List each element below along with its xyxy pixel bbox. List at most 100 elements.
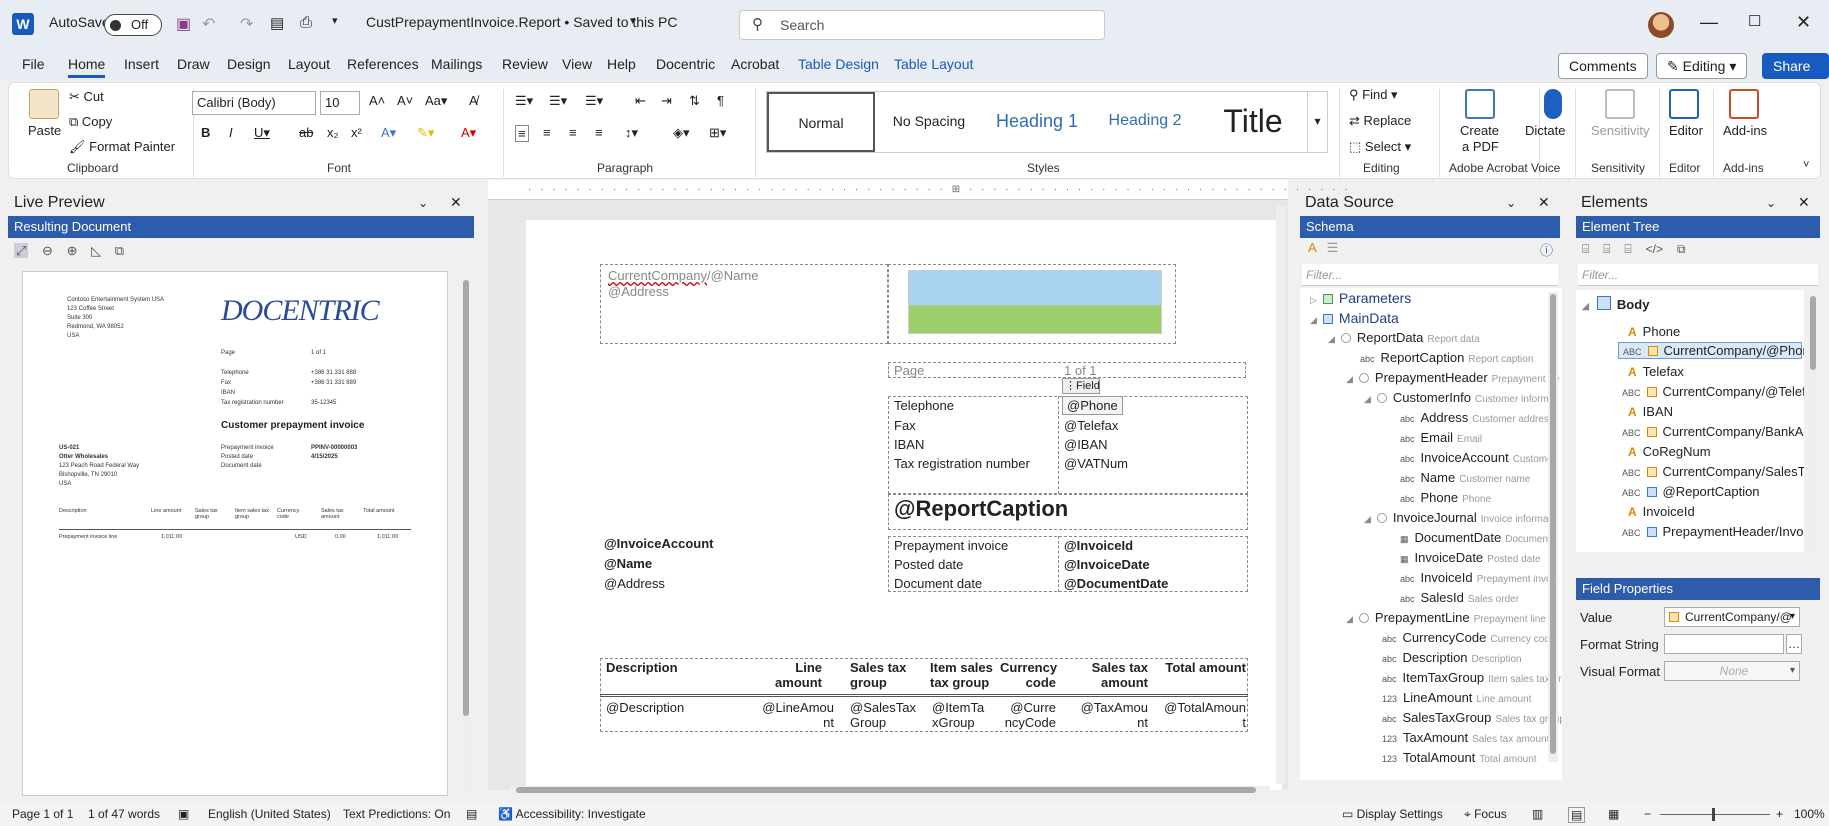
clear-formatting-icon[interactable]: A̸ [469, 93, 478, 108]
preview-scrollbar-thumb[interactable] [463, 280, 469, 716]
code-icon[interactable]: </> [1646, 242, 1663, 256]
td-item-tax-group[interactable]: @ItemTaxGroup [932, 700, 988, 730]
bullets-icon[interactable]: ☰▾ [515, 93, 533, 109]
tab-home[interactable]: Home [68, 56, 106, 78]
proofing-icon[interactable]: ▣ [178, 807, 189, 821]
tree-item-invoiceaccount[interactable]: abc InvoiceAccount Customer [1400, 450, 1556, 465]
element-item-telefax-label[interactable]: A Telefax [1628, 364, 1684, 379]
autosave-toggle[interactable]: Off [104, 14, 162, 36]
tree-item-maindata[interactable]: ◢ MainData [1310, 310, 1399, 326]
tab-references[interactable]: References [347, 56, 419, 72]
tab-view[interactable]: View [562, 56, 592, 72]
zoom-out-button[interactable]: − [1644, 807, 1651, 821]
strikethrough-icon[interactable]: ab [299, 125, 313, 140]
line-spacing-icon[interactable]: ↕▾ [625, 125, 638, 141]
tab-table-layout[interactable]: Table Layout [894, 56, 973, 72]
td-tax-amount[interactable]: @TaxAmount [1076, 700, 1148, 730]
tab-help[interactable]: Help [607, 56, 636, 72]
element-tool-icon[interactable]: ⌸ [1603, 242, 1610, 256]
customize-qat-icon[interactable]: ▾ [332, 14, 338, 27]
redo-icon[interactable]: ↷ [240, 14, 253, 34]
align-center-icon[interactable]: ≡ [543, 125, 551, 140]
editor-button[interactable]: Editor [1669, 123, 1703, 138]
tab-draw[interactable]: Draw [177, 56, 210, 72]
tab-acrobat[interactable]: Acrobat [731, 56, 779, 72]
tree-item-salesid[interactable]: abc SalesId Sales order [1400, 590, 1519, 605]
tree-item-reportcaption[interactable]: abc ReportCaption Report caption [1360, 350, 1533, 365]
title-chevron-icon[interactable]: ▾ [630, 14, 636, 27]
invoice-id-field[interactable]: @InvoiceId [1064, 538, 1133, 553]
element-item-invoiceid-label[interactable]: A InvoiceId [1628, 504, 1695, 519]
document-page[interactable]: CurrentCompany/@Name @Address Page 1 of … [526, 220, 1282, 790]
shrink-font-icon[interactable]: A˅ [397, 93, 413, 108]
status-language[interactable]: English (United States) [208, 807, 331, 821]
td-description[interactable]: @Description [606, 700, 684, 715]
element-tool-icon[interactable]: ⌸ [1624, 242, 1631, 256]
schema-scrollbar[interactable] [1548, 292, 1558, 762]
tab-mailings[interactable]: Mailings [431, 56, 482, 72]
document-date-field[interactable]: @DocumentDate [1064, 576, 1168, 591]
zoom-out-icon[interactable]: ⊖ [42, 243, 53, 258]
styles-more-icon[interactable]: ▾ [1307, 92, 1327, 152]
avatar[interactable] [1648, 12, 1674, 38]
ruler-icon[interactable]: ◺ [91, 243, 101, 258]
underline-icon[interactable]: U▾ [254, 125, 270, 141]
undo-icon[interactable]: ↶ [202, 14, 215, 34]
elements-close-icon[interactable]: ✕ [1798, 194, 1810, 211]
schema-text-icon[interactable]: A [1308, 240, 1317, 255]
create-pdf-line2[interactable]: a PDF [1462, 139, 1499, 154]
align-left-icon[interactable]: ≡ [515, 125, 529, 142]
fit-page-icon[interactable]: ⤢ [14, 243, 29, 258]
status-display-settings[interactable]: ▭ Display Settings [1342, 807, 1443, 821]
comments-button[interactable]: Comments [1558, 53, 1648, 79]
vatnum-field[interactable]: @VATNum [1064, 456, 1128, 471]
dictate-icon[interactable] [1544, 89, 1562, 119]
tab-docentric[interactable]: Docentric [656, 56, 715, 72]
zoom-in-icon[interactable]: ⊕ [67, 243, 78, 258]
format-string-input[interactable] [1664, 634, 1784, 654]
element-item-prepaymentheader-field[interactable]: ABCPrepaymentHeader/InvoiceJ [1622, 524, 1804, 539]
schema-list-icon[interactable]: ☰ [1327, 240, 1339, 255]
td-total-amount[interactable]: @TotalAmount [1164, 700, 1246, 730]
font-size-select[interactable]: 10 [320, 91, 360, 115]
share-button[interactable]: Share ▾ [1762, 53, 1829, 98]
addins-icon[interactable] [1729, 89, 1759, 119]
maximize-icon[interactable]: ☐ [1748, 12, 1761, 30]
italic-icon[interactable]: I [229, 125, 233, 140]
shading-icon[interactable]: ◈▾ [673, 125, 690, 141]
tab-review[interactable]: Review [502, 56, 548, 72]
invoice-account-field[interactable]: @InvoiceAccount [604, 536, 713, 551]
style-normal[interactable]: Normal [767, 92, 875, 152]
tree-item-invoicedate[interactable]: ▦ InvoiceDate Posted date [1400, 550, 1541, 565]
element-item-telefax-field[interactable]: ABC CurrentCompany/@Telefax [1622, 384, 1804, 399]
schema-info-icon[interactable]: ⓘ [1540, 240, 1553, 259]
tree-item-salestaxgroup[interactable]: abc SalesTaxGroup Sales tax group [1382, 710, 1562, 725]
multilevel-list-icon[interactable]: ☰▾ [585, 93, 603, 109]
td-sales-tax-group[interactable]: @SalesTaxGroup [850, 700, 924, 730]
cut-button[interactable]: ✂ Cut [69, 89, 104, 105]
create-pdf-line1[interactable]: Create [1460, 123, 1499, 138]
increase-indent-icon[interactable]: ⇥ [661, 93, 672, 109]
telefax-field[interactable]: @Telefax [1064, 418, 1118, 433]
tree-item-email[interactable]: abc Email Email [1400, 430, 1482, 445]
addins-button[interactable]: Add-ins [1723, 123, 1767, 138]
tree-item-currencycode[interactable]: abc CurrencyCode Currency code [1382, 630, 1555, 645]
tree-item-reportdata[interactable]: ◢ ReportData Report data [1328, 330, 1480, 345]
document-hscrollbar-thumb[interactable] [516, 787, 1256, 793]
style-heading-1[interactable]: Heading 1 [983, 92, 1091, 152]
status-focus[interactable]: ⌖ Focus [1464, 807, 1507, 822]
borders-icon[interactable]: ⊞▾ [709, 125, 726, 141]
sensitivity-button[interactable]: Sensitivity [1591, 123, 1650, 138]
tree-item-taxamount[interactable]: 123 TaxAmount Sales tax amount [1382, 730, 1549, 745]
tree-item-totalamount[interactable]: 123 TotalAmount Total amount [1382, 750, 1537, 765]
align-right-icon[interactable]: ≡ [569, 125, 577, 140]
preview-scrollbar[interactable] [462, 276, 470, 796]
element-item-reportcaption-field[interactable]: ABC @ReportCaption [1622, 484, 1760, 499]
refresh-icon[interactable]: ⧉ [115, 243, 124, 258]
tree-item-lineamount[interactable]: 123 LineAmount Line amount [1382, 690, 1531, 705]
minimize-icon[interactable]: — [1700, 12, 1718, 33]
replace-button[interactable]: ⇄ Replace [1349, 113, 1411, 129]
font-color-icon[interactable]: A▾ [461, 125, 476, 141]
style-heading-2[interactable]: Heading 2 [1091, 92, 1199, 152]
tree-item-phone[interactable]: abc Phone Phone [1400, 490, 1491, 505]
